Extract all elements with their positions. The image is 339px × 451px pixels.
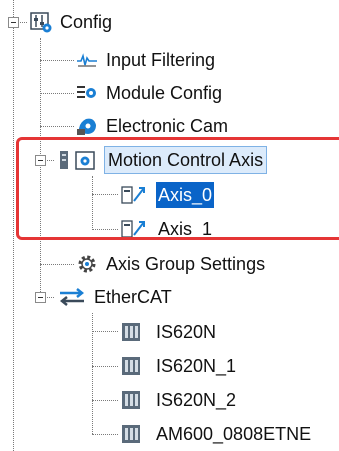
ethercat-icon xyxy=(58,286,86,308)
tree-node-axis-group-settings[interactable]: Axis Group Settings xyxy=(76,249,267,279)
tree-node-motion-control-axis[interactable]: Motion Control Axis xyxy=(58,145,268,175)
tree-node-am600-0808etne[interactable]: AM600_0808ETNE xyxy=(120,419,313,449)
tree-node-label: Axis Group Settings xyxy=(106,254,266,274)
io-module-icon xyxy=(120,423,148,445)
tree-node-is620n-2[interactable]: IS620N_2 xyxy=(120,385,238,415)
tree-node-label: Input Filtering xyxy=(106,50,216,70)
gear-icon xyxy=(76,253,98,275)
config-icon xyxy=(30,11,52,33)
tree-node-axis-1[interactable]: Axis_1 xyxy=(120,214,214,244)
tree-node-label: Module Config xyxy=(106,83,223,103)
tree-node-label: IS620N_1 xyxy=(156,356,237,376)
waveform-icon xyxy=(76,49,98,71)
config-collapse-toggle[interactable] xyxy=(8,17,19,28)
tree-node-label: AM600_0808ETNE xyxy=(156,424,312,444)
axis-icon xyxy=(120,218,150,240)
module-config-icon xyxy=(76,82,98,104)
servo-drive-icon xyxy=(120,355,148,377)
tree-node-input-filtering[interactable]: Input Filtering xyxy=(76,45,217,75)
tree-node-label: Config xyxy=(60,12,113,32)
tree-node-label: IS620N xyxy=(156,322,217,342)
tree-node-label: Electronic Cam xyxy=(106,116,229,136)
tree-node-config[interactable]: Config xyxy=(30,7,114,37)
motion-control-collapse-toggle[interactable] xyxy=(35,155,46,166)
tree-node-axis-0[interactable]: Axis_0 xyxy=(120,180,215,210)
motion-control-icon xyxy=(58,149,98,171)
tree-node-label: Axis_0 xyxy=(156,182,215,208)
project-tree: Config Input Filtering Module Config Ele… xyxy=(0,0,339,451)
cam-icon xyxy=(76,115,98,137)
tree-node-module-config[interactable]: Module Config xyxy=(76,78,224,108)
axis-icon xyxy=(120,184,150,206)
ethercat-collapse-toggle[interactable] xyxy=(35,292,46,303)
tree-node-is620n[interactable]: IS620N xyxy=(120,317,218,347)
tree-node-electronic-cam[interactable]: Electronic Cam xyxy=(76,111,230,141)
tree-node-is620n-1[interactable]: IS620N_1 xyxy=(120,351,238,381)
tree-node-ethercat[interactable]: EtherCAT xyxy=(58,282,174,312)
tree-node-label: Motion Control Axis xyxy=(104,146,268,174)
servo-drive-icon xyxy=(120,389,148,411)
tree-node-label: Axis_1 xyxy=(158,219,213,239)
tree-node-label: IS620N_2 xyxy=(156,390,237,410)
tree-node-label: EtherCAT xyxy=(94,287,172,307)
servo-drive-icon xyxy=(120,321,148,343)
